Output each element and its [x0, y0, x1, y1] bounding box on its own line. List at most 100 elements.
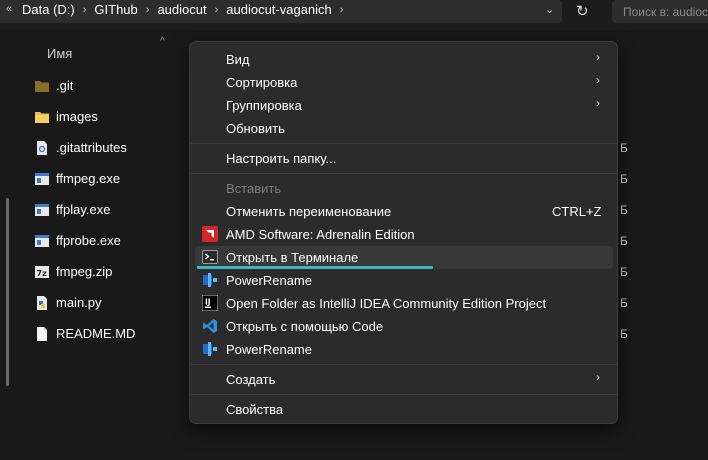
list-item[interactable]: images [34, 107, 194, 129]
exe-icon [35, 235, 49, 247]
chevron-right-icon: › [596, 370, 600, 384]
menu-item-amd-software[interactable]: AMD Software: Adrenalin Edition [195, 223, 613, 246]
menu-item-label: Свойства [226, 402, 284, 417]
sort-up-icon: ^ [160, 36, 165, 47]
zip-icon: 7z [35, 266, 49, 278]
file-size-unit: Б [620, 265, 628, 279]
menu-item-label: Создать [226, 372, 276, 387]
menu-item-label: Вид [226, 52, 250, 67]
breadcrumb-item-drive[interactable]: Data (D:) [22, 2, 75, 17]
menu-item-label: Вставить [226, 181, 282, 196]
intellij-icon: IJ [202, 295, 218, 311]
chevron-right-icon[interactable]: › [83, 4, 87, 16]
scrollbar[interactable] [6, 198, 9, 386]
menu-item-label: AMD Software: Adrenalin Edition [226, 227, 415, 242]
menu-item-label: Открыть с помощью Code [226, 319, 384, 334]
chevron-right-icon[interactable]: › [340, 4, 344, 16]
list-item[interactable]: ffmpeg.exe [34, 169, 194, 191]
menu-divider [191, 173, 618, 174]
chevron-right-icon[interactable]: › [215, 4, 219, 16]
focus-underline [197, 266, 433, 269]
menu-divider [191, 364, 618, 365]
menu-divider [191, 143, 618, 144]
powerrename-icon [203, 273, 217, 287]
svg-text:7z: 7z [37, 269, 48, 278]
chevron-right-icon[interactable]: › [146, 4, 150, 16]
settings-file-icon [37, 141, 47, 155]
menu-item-label: Обновить [226, 121, 285, 136]
terminal-icon [202, 250, 218, 264]
menu-item-open-with-code[interactable]: Открыть с помощью Code [195, 315, 613, 338]
amd-icon [202, 226, 218, 242]
search-input[interactable]: Поиск в: audiocut [612, 0, 708, 23]
menu-item-refresh[interactable]: Обновить [195, 117, 613, 140]
file-size-unit: Б [620, 327, 628, 341]
menu-divider [191, 394, 618, 395]
svg-text:IJ: IJ [205, 298, 211, 307]
exe-icon [35, 204, 49, 216]
shortcut-label: CTRL+Z [552, 204, 602, 219]
menu-item-create[interactable]: Создать › [195, 368, 613, 391]
breadcrumb-item-github[interactable]: GIThub [94, 2, 137, 17]
context-menu: Вид › Сортировка › Группировка › Обновит… [189, 41, 618, 424]
list-item[interactable]: ffprobe.exe [34, 231, 194, 253]
menu-item-powerrename-2[interactable]: PowerRename [195, 338, 613, 361]
refresh-icon[interactable]: ↻ [576, 2, 589, 20]
address-history-chevron-icon[interactable]: ⌄ [545, 3, 554, 16]
file-name: main.py [56, 295, 102, 310]
file-name: ffplay.exe [56, 202, 111, 217]
menu-item-label: Настроить папку... [226, 151, 337, 166]
chevron-right-icon: › [596, 96, 600, 110]
python-file-icon [37, 296, 47, 310]
menu-item-view[interactable]: Вид › [195, 48, 613, 71]
list-item[interactable]: .git [34, 76, 194, 98]
powerrename-icon [203, 342, 217, 356]
menu-item-label: PowerRename [226, 273, 312, 288]
breadcrumb: Data (D:) › GIThub › audiocut › audiocut… [22, 2, 351, 17]
file-name: .gitattributes [56, 140, 127, 155]
list-item[interactable]: ffplay.exe [34, 200, 194, 222]
folder-icon [35, 112, 49, 123]
file-name: ffmpeg.exe [56, 171, 121, 186]
text-file-icon [37, 327, 47, 341]
menu-item-intellij[interactable]: IJ Open Folder as IntelliJ IDEA Communit… [195, 292, 613, 315]
menu-item-undo-rename[interactable]: Отменить переименование CTRL+Z [195, 200, 613, 223]
exe-icon [35, 173, 49, 185]
file-size-unit: Б [620, 234, 628, 248]
menu-item-label: Open Folder as IntelliJ IDEA Community E… [226, 296, 547, 311]
menu-item-paste: Вставить [195, 177, 613, 200]
file-name: ffprobe.exe [56, 233, 121, 248]
menu-item-properties[interactable]: Свойства [195, 398, 613, 421]
folder-dark-icon [35, 81, 49, 92]
search-placeholder: Поиск в: audiocut [623, 5, 708, 19]
menu-item-sort[interactable]: Сортировка › [195, 71, 613, 94]
menu-item-powerrename[interactable]: PowerRename [195, 269, 613, 292]
list-item[interactable]: .gitattributes [34, 138, 194, 160]
menu-item-label: PowerRename [226, 342, 312, 357]
file-size-unit: Б [620, 141, 628, 155]
breadcrumb-item-audiocut[interactable]: audiocut [157, 2, 206, 17]
menu-item-label: Открыть в Терминале [226, 250, 359, 265]
chevron-right-icon: › [596, 50, 600, 64]
list-item[interactable]: main.py [34, 293, 194, 315]
file-name: fmpeg.zip [56, 264, 113, 279]
file-size-unit: Б [620, 203, 628, 217]
menu-item-label: Отменить переименование [226, 204, 392, 219]
column-header-name[interactable]: Имя [47, 46, 72, 61]
menu-item-label: Группировка [226, 98, 302, 113]
file-name: images [56, 109, 98, 124]
breadcrumb-item-current[interactable]: audiocut-vaganich [226, 2, 332, 17]
menu-item-label: Сортировка [226, 75, 298, 90]
file-name: .git [56, 78, 74, 93]
top-bar: « Data (D:) › GIThub › audiocut › audioc… [0, 0, 708, 30]
list-item[interactable]: 7z fmpeg.zip [34, 262, 194, 284]
vscode-icon [203, 319, 217, 333]
breadcrumb-overflow-icon[interactable]: « [6, 3, 12, 15]
address-bar[interactable]: « Data (D:) › GIThub › audiocut › audioc… [0, 0, 562, 23]
menu-item-group[interactable]: Группировка › [195, 94, 613, 117]
list-item[interactable]: README.MD [34, 324, 194, 346]
file-name: README.MD [56, 326, 136, 341]
chevron-right-icon: › [596, 73, 600, 87]
menu-item-customize-folder[interactable]: Настроить папку... [195, 147, 613, 170]
file-size-unit: Б [620, 296, 628, 310]
